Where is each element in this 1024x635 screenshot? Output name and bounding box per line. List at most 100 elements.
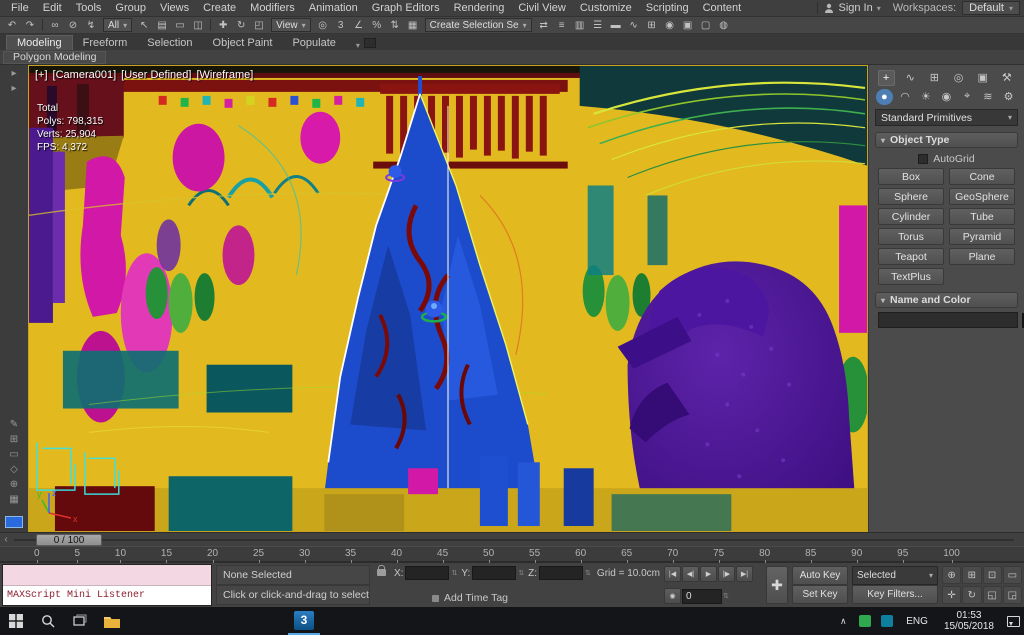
viewport-canvas[interactable] [29,66,867,531]
snaps-toggle-icon[interactable]: 3 [332,18,350,33]
polygon-modeling-panel[interactable]: Polygon Modeling [3,51,106,64]
go-to-end-button[interactable]: ▶| [736,566,753,582]
angle-snap-icon[interactable]: ∠ [350,18,368,33]
layer-explorer-icon[interactable]: ☰ [589,18,607,33]
menu-item[interactable]: Graph Editors [365,2,447,14]
display-tab-icon[interactable]: ▣ [974,70,991,86]
scene-explorer-icon[interactable]: ▥ [571,18,589,33]
zoom-region-icon[interactable]: ▭ [1003,566,1022,584]
search-icon[interactable] [32,607,64,635]
motion-tab-icon[interactable]: ◎ [950,70,967,86]
object-type-button[interactable]: Torus [878,228,944,245]
object-type-button[interactable]: TextPlus [878,268,944,285]
action-center-icon[interactable] [1002,607,1024,635]
selection-lock-icon[interactable] [377,569,386,576]
docked-tool-icon[interactable]: ◇ [10,465,18,475]
object-type-button[interactable]: GeoSphere [949,188,1015,205]
macro-recorder-field[interactable] [3,565,211,586]
zoom-all-icon[interactable]: ⊞ [962,566,981,584]
ribbon-tab-freeform[interactable]: Freeform [73,36,138,50]
auto-key-button[interactable]: Auto Key [792,566,848,585]
docked-tool-icon[interactable]: ▭ [9,450,18,460]
undo-icon[interactable]: ↶ [3,18,21,33]
subcategory-dropdown[interactable]: Standard Primitives [875,109,1018,126]
helpers-category-icon[interactable]: ⌖ [959,89,976,105]
viewport-label-segment[interactable]: [Camera001] [53,69,117,81]
play-button[interactable]: ▶ [700,566,717,582]
schematic-view-icon[interactable]: ⊞ [643,18,661,33]
viewport-label-segment[interactable]: [Wireframe] [196,69,253,81]
menu-item[interactable]: Scripting [639,2,696,14]
sign-in-button[interactable]: Sign In [817,2,886,14]
maxscript-mini-listener[interactable]: MAXScript Mini Listener [2,564,212,606]
tray-status-icon-green[interactable] [854,607,876,635]
utilities-tab-icon[interactable]: ⚒ [998,70,1015,86]
material-editor-icon[interactable]: ◉ [661,18,679,33]
ribbon-config-icon[interactable] [364,38,376,48]
menu-item[interactable]: Group [108,2,153,14]
object-type-button[interactable]: Cone [949,168,1015,185]
redo-icon[interactable]: ↷ [21,18,39,33]
unlink-selection-icon[interactable]: ⊘ [64,18,82,33]
go-to-start-button[interactable]: |◀ [664,566,681,582]
taskbar-clock[interactable]: 01:53 15/05/2018 [936,610,1002,632]
add-time-tag[interactable]: Add Time Tag [392,592,660,604]
menu-item[interactable]: Content [696,2,749,14]
menu-item[interactable]: Customize [573,2,639,14]
bind-to-space-warp-icon[interactable]: ↯ [82,18,100,33]
current-frame-field[interactable] [682,589,722,604]
select-and-rotate-icon[interactable]: ↻ [232,18,250,33]
menu-item[interactable]: Rendering [447,2,512,14]
time-slider[interactable]: ‹ 0 / 100 [0,532,1024,546]
select-by-name-icon[interactable]: ▤ [153,18,171,33]
spinner-icon[interactable]: ⇅ [451,569,457,577]
tray-status-icon-teal[interactable] [876,607,898,635]
time-slider-handle[interactable]: 0 / 100 [36,534,102,546]
percent-snap-icon[interactable]: % [368,18,386,33]
lights-category-icon[interactable]: ☀ [917,89,934,105]
selection-filter-dropdown[interactable]: All [103,18,132,32]
key-selection-dropdown[interactable]: Selected [852,566,938,585]
menu-item[interactable]: Views [153,2,196,14]
cameras-category-icon[interactable]: ◉ [938,89,955,105]
name-color-rollout-header[interactable]: ▾ Name and Color [875,292,1018,308]
ribbon-minimize-arrow-icon[interactable]: ▾ [352,41,364,50]
y-coordinate-field[interactable] [472,566,516,580]
geometry-category-icon[interactable]: ● [876,89,893,105]
language-indicator[interactable]: ENG [898,616,936,627]
viewport-tab-arrow-icon[interactable]: ▸ [11,69,16,79]
key-filters-button[interactable]: Key Filters... [852,585,938,604]
task-view-icon[interactable] [64,607,96,635]
zoom-icon[interactable]: ⊕ [942,566,961,584]
docked-tool-icon[interactable]: ▦ [9,495,18,505]
select-and-scale-icon[interactable]: ◰ [250,18,268,33]
file-explorer-icon[interactable] [96,607,128,635]
orbit-icon[interactable]: ↻ [962,586,981,604]
set-key-button[interactable]: Set Key [792,585,848,604]
create-tab-icon[interactable]: + [878,70,895,86]
menu-item[interactable]: Animation [302,2,365,14]
object-type-button[interactable]: Teapot [878,248,944,265]
object-type-button[interactable]: Tube [949,208,1015,225]
time-slider-track[interactable] [14,539,1014,541]
object-type-rollout-header[interactable]: ▾ Object Type [875,132,1018,148]
docked-tool-icon[interactable]: ⊞ [10,435,18,445]
object-type-button[interactable]: Sphere [878,188,944,205]
spinner-icon[interactable]: ⇅ [585,569,591,577]
field-of-view-icon[interactable]: ◲ [1003,586,1022,604]
z-coordinate-field[interactable] [539,566,583,580]
3dsmax-taskbar-icon[interactable]: 3 [288,607,320,635]
maxscript-listener-field[interactable]: MAXScript Mini Listener [3,586,211,606]
menu-item[interactable]: Tools [69,2,109,14]
ribbon-toggle-icon[interactable]: ▬ [607,18,625,33]
select-object-icon[interactable]: ↖ [135,18,153,33]
spacewarps-category-icon[interactable]: ≋ [979,89,996,105]
ribbon-tab-selection[interactable]: Selection [137,36,202,50]
camera-viewport[interactable]: [+][Camera001][User Defined][Wireframe] … [28,65,868,532]
object-type-button[interactable]: Plane [949,248,1015,265]
modify-tab-icon[interactable]: ∿ [902,70,919,86]
spinner-icon[interactable]: ⇅ [723,592,730,600]
workspaces-dropdown[interactable]: Default [962,1,1020,15]
docked-tool-icon[interactable]: ✎ [10,420,18,430]
key-mode-toggle-icon[interactable]: ◉ [664,588,681,604]
